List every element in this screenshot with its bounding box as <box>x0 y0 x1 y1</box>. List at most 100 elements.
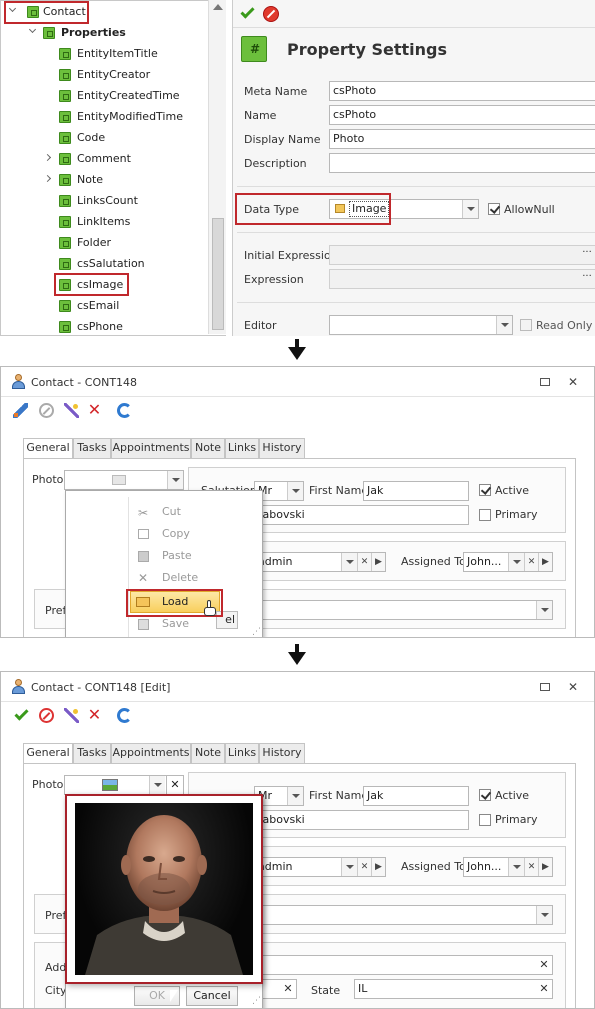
menu-item-paste[interactable]: Paste <box>162 545 192 567</box>
state-field[interactable]: IL ✕ <box>354 979 553 999</box>
restore-icon[interactable] <box>540 683 550 691</box>
delete-icon[interactable]: ✕ <box>87 402 102 418</box>
scroll-up-icon[interactable] <box>213 4 223 10</box>
last-name-field[interactable]: rabovski <box>254 810 469 830</box>
menu-item-copy[interactable]: Copy <box>162 523 190 545</box>
tab-general[interactable]: General <box>23 438 73 459</box>
active-checkbox[interactable] <box>479 789 491 801</box>
clear-icon[interactable]: ✕ <box>280 980 296 998</box>
navigate-icon[interactable]: ▶ <box>538 858 552 876</box>
name-field[interactable]: csPhoto <box>329 105 595 125</box>
tree-item-entityitemtitle[interactable]: EntityItemTitle <box>47 44 197 64</box>
read-only-checkbox[interactable] <box>520 319 532 331</box>
meta-name-field[interactable]: csPhoto <box>329 81 595 101</box>
delete-icon[interactable]: ✕ <box>87 707 102 723</box>
tree-scrollbar[interactable] <box>208 0 226 334</box>
wizard-icon[interactable] <box>64 708 79 723</box>
owner-field[interactable]: admin ✕ ▶ <box>254 857 386 877</box>
cancel-button[interactable]: Cancel <box>186 986 238 1006</box>
tree-item-cssalutation[interactable]: csSalutation <box>47 254 197 274</box>
close-icon[interactable]: ✕ <box>568 375 578 389</box>
tab-appointments[interactable]: Appointments <box>111 438 191 458</box>
dropdown-arrow-icon[interactable] <box>508 858 524 876</box>
cancel-icon[interactable] <box>39 403 54 418</box>
expression-field[interactable]: ··· <box>329 269 595 289</box>
dropdown-arrow-icon[interactable] <box>536 601 552 619</box>
scroll-thumb[interactable] <box>212 218 224 330</box>
last-name-field[interactable]: rabovski <box>254 505 469 525</box>
primary-checkbox[interactable] <box>479 509 491 521</box>
dropdown-arrow-icon[interactable] <box>536 906 552 924</box>
tree-item-properties[interactable]: Properties <box>27 23 147 43</box>
dropdown-arrow-icon[interactable] <box>287 787 303 805</box>
tree-item-entitycreator[interactable]: EntityCreator <box>47 65 197 85</box>
resize-grip-icon[interactable]: ⋰ <box>252 627 261 637</box>
tree-item-code[interactable]: Code <box>47 128 197 148</box>
edit-icon[interactable] <box>13 403 28 418</box>
wizard-icon[interactable] <box>64 403 79 418</box>
dropdown-arrow-icon[interactable] <box>167 471 183 489</box>
clear-icon[interactable]: ✕ <box>536 956 552 974</box>
tree-item-note[interactable]: Note <box>43 170 197 190</box>
first-name-field[interactable]: Jak <box>363 481 469 501</box>
pref-select[interactable] <box>253 600 553 620</box>
dropdown-arrow-icon[interactable] <box>508 553 524 571</box>
tab-tasks[interactable]: Tasks <box>73 743 111 763</box>
tab-note[interactable]: Note <box>191 438 225 458</box>
dropdown-arrow-icon[interactable] <box>149 776 165 794</box>
navigate-icon[interactable]: ▶ <box>371 553 385 571</box>
tree-item-entitycreatedtime[interactable]: EntityCreatedTime <box>47 86 197 106</box>
tab-links[interactable]: Links <box>225 438 259 458</box>
ellipsis-icon[interactable]: ··· <box>579 270 595 288</box>
editor-select[interactable] <box>329 315 513 335</box>
first-name-field[interactable]: Jak <box>363 786 469 806</box>
clear-icon[interactable]: ✕ <box>357 858 371 876</box>
clear-photo-icon[interactable]: ✕ <box>166 775 184 795</box>
description-field[interactable] <box>329 153 595 173</box>
address-field[interactable]: ✕ <box>253 955 553 975</box>
navigate-icon[interactable]: ▶ <box>371 858 385 876</box>
refresh-icon[interactable] <box>117 403 132 418</box>
tab-appointments[interactable]: Appointments <box>111 743 191 763</box>
assigned-to-field[interactable]: John... ✕ ▶ <box>463 857 553 877</box>
owner-field[interactable]: admin ✕ ▶ <box>254 552 386 572</box>
tree-item-entitymodifiedtime[interactable]: EntityModifiedTime <box>47 107 197 127</box>
tree-item-linkscount[interactable]: LinksCount <box>47 191 197 211</box>
dropdown-arrow-icon[interactable] <box>462 200 478 218</box>
clear-icon[interactable]: ✕ <box>357 553 371 571</box>
menu-item-cut[interactable]: Cut <box>162 501 181 523</box>
tree-item-csphone[interactable]: csPhone <box>47 317 197 337</box>
resize-grip-icon[interactable]: ⋰ <box>252 996 261 1006</box>
close-icon[interactable]: ✕ <box>568 680 578 694</box>
tree-item-comment[interactable]: Comment <box>43 149 197 169</box>
tab-general[interactable]: General <box>23 743 73 764</box>
tab-history[interactable]: History <box>259 438 305 458</box>
navigate-icon[interactable]: ▶ <box>538 553 552 571</box>
refresh-icon[interactable] <box>117 708 132 723</box>
display-name-field[interactable]: Photo <box>329 129 595 149</box>
tree-item-linkitems[interactable]: LinkItems <box>47 212 197 232</box>
chevron-down-icon[interactable] <box>28 25 37 34</box>
pref-select[interactable] <box>253 905 553 925</box>
dropdown-arrow-icon[interactable] <box>341 553 357 571</box>
cancel-icon[interactable] <box>263 6 279 22</box>
photo-field[interactable] <box>64 470 184 490</box>
clear-icon[interactable]: ✕ <box>536 980 552 998</box>
dropdown-arrow-icon[interactable] <box>496 316 512 334</box>
active-checkbox[interactable] <box>479 484 491 496</box>
tree-item-csemail[interactable]: csEmail <box>47 296 197 316</box>
tab-tasks[interactable]: Tasks <box>73 438 111 458</box>
dropdown-arrow-icon[interactable] <box>341 858 357 876</box>
tab-note[interactable]: Note <box>191 743 225 763</box>
initial-expression-field[interactable]: ··· <box>329 245 595 265</box>
primary-checkbox[interactable] <box>479 814 491 826</box>
restore-icon[interactable] <box>540 378 550 386</box>
save-check-icon[interactable] <box>14 706 29 721</box>
tab-links[interactable]: Links <box>225 743 259 763</box>
cancel-icon[interactable] <box>39 708 54 723</box>
assigned-to-field[interactable]: John... ✕ ▶ <box>463 552 553 572</box>
clear-icon[interactable]: ✕ <box>524 858 538 876</box>
apply-check-icon[interactable] <box>240 4 255 19</box>
chevron-right-icon[interactable] <box>43 174 52 183</box>
chevron-right-icon[interactable] <box>43 153 52 162</box>
